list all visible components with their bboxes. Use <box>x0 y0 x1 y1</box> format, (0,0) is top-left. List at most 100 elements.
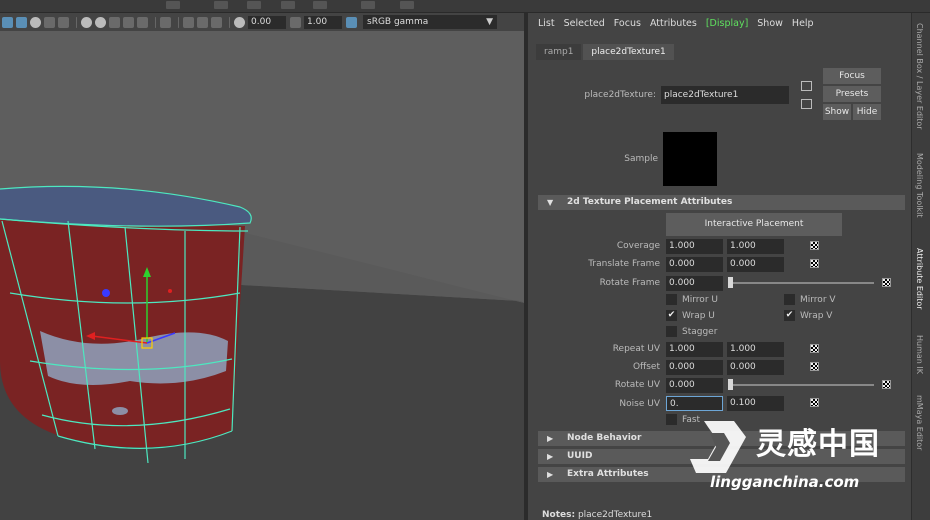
presets-button[interactable]: Presets <box>823 86 881 102</box>
3d-viewport[interactable] <box>0 31 524 520</box>
rotate-uv-field[interactable]: 0.000 <box>666 378 723 393</box>
toolbar-button[interactable] <box>361 1 375 9</box>
mirror-v-checkbox[interactable] <box>784 294 795 305</box>
rotate-frame-slider-handle[interactable] <box>728 277 733 288</box>
exposure-field[interactable]: 0.00 <box>248 15 286 29</box>
watermark: 灵感中国 lingganchina.com <box>690 415 915 505</box>
translate-frame-u-field[interactable]: 0.000 <box>666 257 723 272</box>
viewport-toolbar: 0.00 1.00 sRGB gamma ▼ <box>0 13 526 32</box>
chevron-right-icon: ▶ <box>547 452 554 461</box>
hide-button[interactable]: Hide <box>853 104 881 120</box>
map-checker-icon[interactable] <box>810 362 819 371</box>
tab-place2dtexture1[interactable]: place2dTexture1 <box>583 44 674 60</box>
map-checker-icon[interactable] <box>882 278 891 287</box>
section-2d-texture-placement[interactable]: ▼ 2d Texture Placement Attributes <box>538 195 905 210</box>
shadows-icon[interactable] <box>44 16 55 28</box>
translate-frame-label: Translate Frame <box>588 259 660 269</box>
film-gate-icon[interactable] <box>197 16 208 28</box>
translate-frame-v-field[interactable]: 0.000 <box>727 257 784 272</box>
toolbar-button[interactable] <box>313 1 327 9</box>
offset-u-field[interactable]: 0.000 <box>666 360 723 375</box>
gamma-icon[interactable] <box>290 16 301 28</box>
motion-blur-icon[interactable] <box>81 16 92 28</box>
coverage-label: Coverage <box>616 241 660 251</box>
noise-u-field[interactable]: 0. <box>666 396 723 411</box>
show-button[interactable]: Show <box>823 104 851 120</box>
gamma-field[interactable]: 1.00 <box>304 15 342 29</box>
wrap-v-label: Wrap V <box>800 311 833 321</box>
toolbar-button[interactable] <box>400 1 414 9</box>
fast-checkbox[interactable] <box>666 414 677 425</box>
map-checker-icon[interactable] <box>882 380 891 389</box>
xray-icon[interactable] <box>137 16 148 28</box>
section-title: UUID <box>567 451 593 461</box>
xray-joints-icon[interactable] <box>160 16 171 28</box>
noise-v-field[interactable]: 0.100 <box>727 396 784 411</box>
sample-swatch <box>663 132 717 186</box>
focus-button[interactable]: Focus <box>823 68 881 84</box>
coverage-v-field[interactable]: 1.000 <box>727 239 784 254</box>
offset-label: Offset <box>632 362 660 372</box>
depth-of-field-icon[interactable] <box>109 16 120 28</box>
stagger-checkbox[interactable] <box>666 326 677 337</box>
menu-display[interactable]: [Display] <box>706 18 748 29</box>
tab-attribute-editor[interactable]: Attribute Editor <box>915 248 924 310</box>
stagger-label: Stagger <box>682 327 718 337</box>
tab-ramp1[interactable]: ramp1 <box>536 44 582 60</box>
map-checker-icon[interactable] <box>810 259 819 268</box>
chevron-down-icon: ▼ <box>486 17 493 27</box>
menu-focus[interactable]: Focus <box>614 18 641 29</box>
wrap-v-checkbox[interactable]: ✔ <box>784 310 795 321</box>
map-checker-icon[interactable] <box>810 241 819 250</box>
ae-menu-bar: List Selected Focus Attributes [Display]… <box>528 13 911 34</box>
noise-uv-label: Noise UV <box>619 399 660 409</box>
output-connections-icon[interactable] <box>801 99 812 109</box>
offset-v-field[interactable]: 0.000 <box>727 360 784 375</box>
mirror-u-checkbox[interactable] <box>666 294 677 305</box>
rotate-uv-label: Rotate UV <box>614 380 660 390</box>
rotate-frame-field[interactable]: 0.000 <box>666 276 723 291</box>
wireframe-shaded-icon[interactable] <box>2 16 13 28</box>
multisample-aa-icon[interactable] <box>95 16 106 28</box>
menu-attributes[interactable]: Attributes <box>650 18 697 29</box>
tab-channel-box[interactable]: Channel Box / Layer Editor <box>915 23 924 130</box>
watermark-chinese: 灵感中国 <box>756 427 880 462</box>
menu-list[interactable]: List <box>538 18 555 29</box>
toolbar-button[interactable] <box>281 1 295 9</box>
toolbar-button[interactable] <box>214 1 228 9</box>
menu-help[interactable]: Help <box>792 18 814 29</box>
rotate-uv-slider-handle[interactable] <box>728 379 733 390</box>
chevron-down-icon: ▼ <box>547 198 554 207</box>
tab-human-ik[interactable]: Human IK <box>915 335 924 374</box>
sample-label: Sample <box>624 154 658 164</box>
menu-selected[interactable]: Selected <box>564 18 605 29</box>
rotate-frame-slider[interactable] <box>728 282 874 284</box>
node-name-field[interactable]: place2dTexture1 <box>661 86 789 104</box>
map-checker-icon[interactable] <box>810 398 819 407</box>
coverage-u-field[interactable]: 1.000 <box>666 239 723 254</box>
interactive-placement-button[interactable]: Interactive Placement <box>666 213 842 236</box>
chevron-right-icon: ▶ <box>547 434 554 443</box>
rotate-frame-label: Rotate Frame <box>599 278 660 288</box>
wrap-u-checkbox[interactable]: ✔ <box>666 310 677 321</box>
color-space-dropdown[interactable]: sRGB gamma ▼ <box>363 15 497 29</box>
exposure-icon[interactable] <box>234 16 245 28</box>
grid-icon[interactable] <box>183 16 194 28</box>
map-checker-icon[interactable] <box>810 344 819 353</box>
screen-space-ao-icon[interactable] <box>58 16 69 28</box>
repeat-u-field[interactable]: 1.000 <box>666 342 723 357</box>
toolbar-button[interactable] <box>247 1 261 9</box>
rotate-uv-slider[interactable] <box>728 384 874 386</box>
resolution-gate-icon[interactable] <box>211 16 222 28</box>
isolate-select-icon[interactable] <box>123 16 134 28</box>
input-connections-icon[interactable] <box>801 81 812 91</box>
color-management-icon[interactable] <box>346 16 357 28</box>
toolbar-button[interactable] <box>166 1 180 9</box>
repeat-v-field[interactable]: 1.000 <box>727 342 784 357</box>
tab-mmaya-editor[interactable]: mMaya Editor <box>915 395 924 450</box>
textured-icon[interactable] <box>16 16 27 28</box>
chevron-right-icon: ▶ <box>547 470 554 479</box>
tab-modeling-toolkit[interactable]: Modeling Toolkit <box>915 153 924 217</box>
lights-icon[interactable] <box>30 16 41 28</box>
menu-show[interactable]: Show <box>757 18 783 29</box>
